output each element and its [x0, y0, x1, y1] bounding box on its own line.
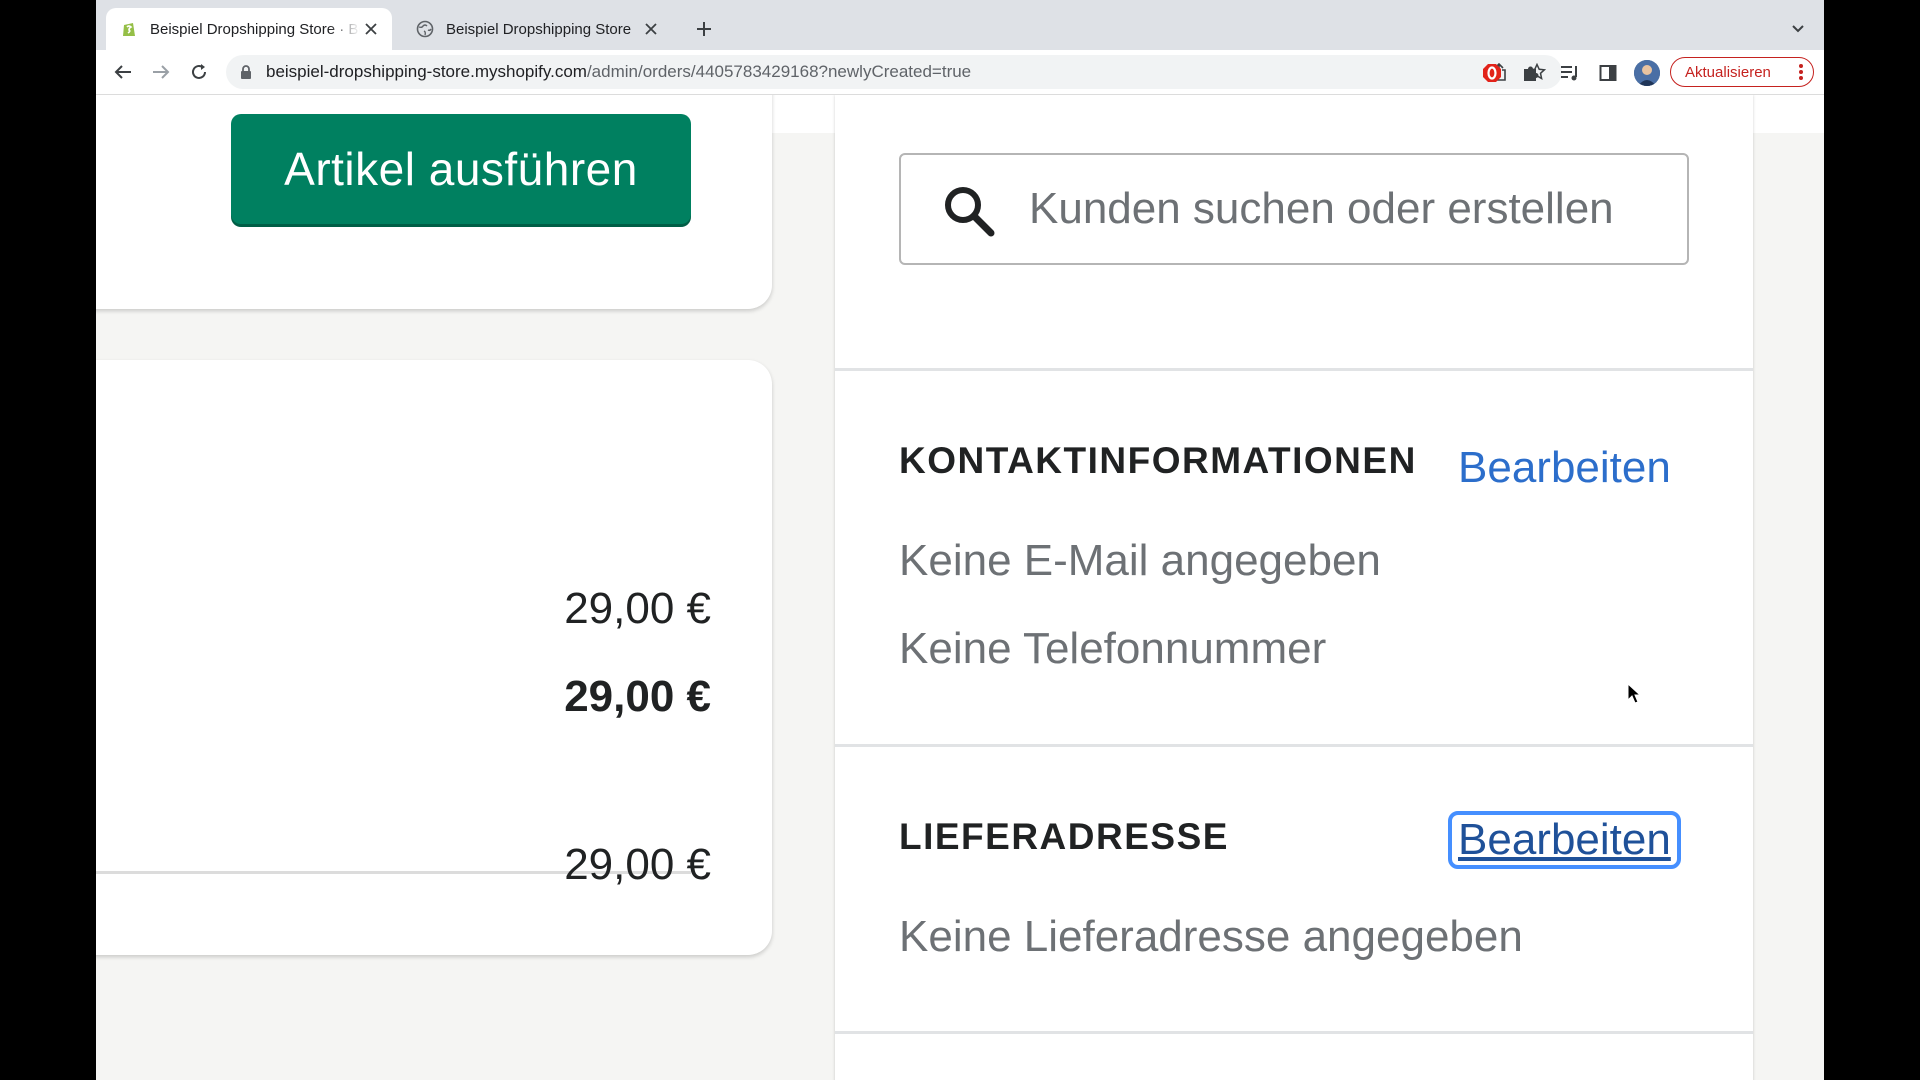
extensions-puzzle-icon[interactable] [1519, 61, 1543, 85]
shipping-address-heading: LIEFERADRESSE [899, 816, 1229, 857]
browser-toolbar: beispiel-dropshipping-store.myshopify.co… [96, 50, 1824, 94]
paid-amount: 29,00 € [564, 840, 711, 889]
section-divider [835, 368, 1753, 371]
update-label: Aktualisieren [1685, 63, 1771, 81]
payment-summary-card: 29,00 € 29,00 € 29,00 € [96, 360, 772, 955]
section-divider [835, 1031, 1753, 1034]
tab-strip: Beispiel Dropshipping Store · Bestellung… [96, 0, 1824, 50]
search-placeholder: Kunden suchen oder erstellen [1029, 184, 1614, 233]
contact-info-heading: KONTAKTINFORMATIONEN [899, 440, 1417, 481]
search-icon [941, 183, 997, 244]
tab-orders[interactable]: Beispiel Dropshipping Store · Bestellung… [106, 8, 392, 50]
edit-shipping-link[interactable]: Bearbeiten [1448, 811, 1681, 869]
forward-arrow-icon[interactable] [146, 57, 176, 87]
url-text: beispiel-dropshipping-store.myshopify.co… [266, 62, 972, 81]
edit-contact-link[interactable]: Bearbeiten [1458, 443, 1671, 493]
unfulfilled-items-card: Artikel ausführen [96, 95, 772, 309]
more-menu-icon[interactable] [1799, 64, 1803, 85]
section-divider [835, 744, 1753, 747]
no-email-text: Keine E-Mail angegeben [899, 536, 1381, 585]
tab-title: Beispiel Dropshipping Store · Bestellung… [150, 20, 360, 38]
update-browser-button[interactable]: Aktualisieren [1670, 57, 1814, 87]
customer-search-input[interactable]: Kunden suchen oder erstellen [899, 153, 1689, 265]
shopify-icon [120, 20, 138, 38]
no-phone-text: Keine Telefonnummer [899, 624, 1327, 673]
fulfill-items-button[interactable]: Artikel ausführen [231, 114, 691, 224]
tab-title: Beispiel Dropshipping Store [446, 20, 632, 38]
no-shipping-address-text: Keine Lieferadresse angegeben [899, 912, 1523, 961]
lock-icon[interactable] [240, 64, 252, 85]
media-queue-icon[interactable] [1558, 61, 1582, 85]
close-tab-icon[interactable] [640, 18, 662, 40]
browser-window: Beispiel Dropshipping Store · Bestellung… [96, 0, 1824, 1080]
side-panel-icon[interactable] [1596, 61, 1620, 85]
address-bar[interactable]: beispiel-dropshipping-store.myshopify.co… [226, 55, 1562, 89]
tab-store[interactable]: Beispiel Dropshipping Store [402, 8, 672, 50]
globe-icon [416, 20, 434, 38]
opera-adblock-icon[interactable] [1480, 61, 1504, 85]
close-tab-icon[interactable] [360, 18, 382, 40]
profile-avatar[interactable] [1634, 60, 1660, 86]
total-amount: 29,00 € [564, 672, 711, 721]
back-arrow-icon[interactable] [108, 57, 138, 87]
customer-card: Kunden suchen oder erstellen KONTAKTINFO… [835, 95, 1753, 1080]
shopify-order-page: Artikel ausführen 29,00 € 29,00 € 29,00 … [96, 94, 1824, 1080]
chevron-down-icon[interactable] [1786, 17, 1810, 41]
new-tab-plus-icon[interactable] [690, 15, 718, 43]
mouse-cursor-icon [1627, 683, 1641, 704]
subtotal-amount: 29,00 € [564, 584, 711, 633]
reload-icon[interactable] [184, 57, 214, 87]
